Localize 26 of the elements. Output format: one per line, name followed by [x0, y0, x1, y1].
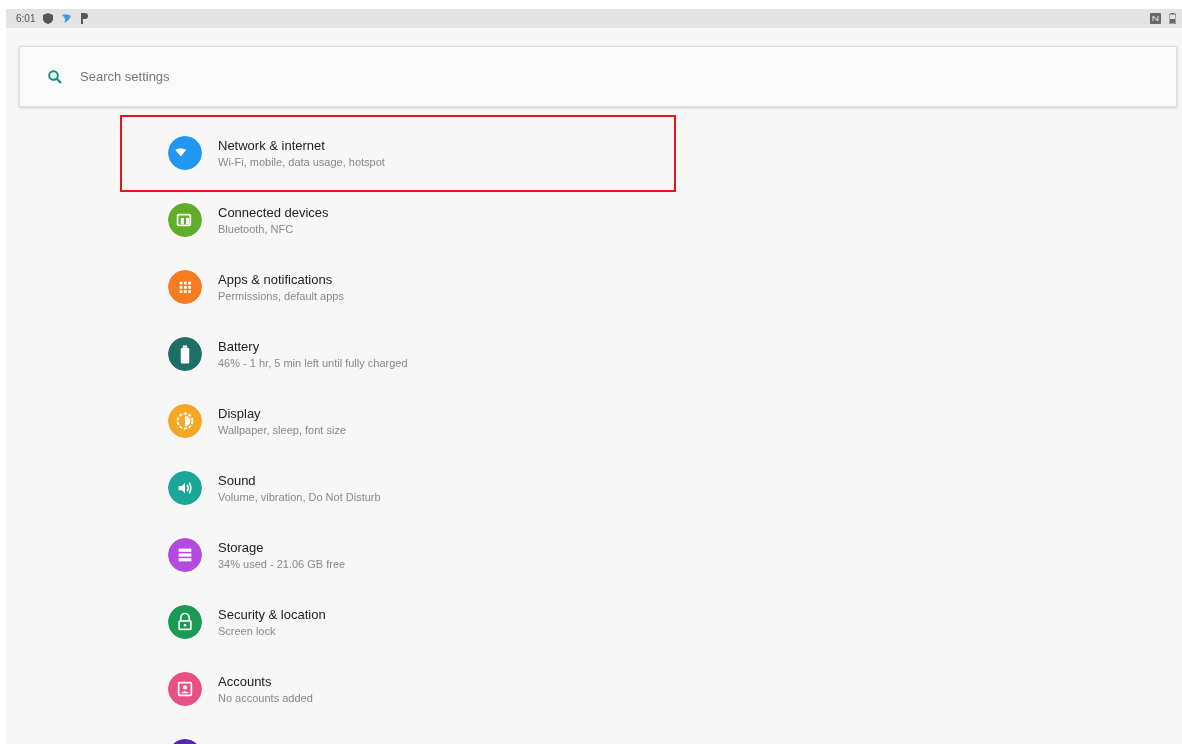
- battery-icon: [1169, 13, 1176, 24]
- item-summary: Volume, vibration, Do Not Disturb: [218, 489, 381, 505]
- item-title: Security & location: [218, 607, 326, 624]
- item-summary: 46% - 1 hr, 5 min left until fully charged: [218, 355, 408, 371]
- item-summary: Bluetooth, NFC: [218, 221, 295, 237]
- item-title: Connected devices: [218, 205, 329, 222]
- item-title: Storage: [218, 540, 265, 557]
- item-title: Apps & notifications: [218, 272, 334, 289]
- search-field[interactable]: Search settings: [78, 65, 478, 88]
- item-summary: 34% used - 21.06 GB free: [218, 556, 346, 572]
- item-summary: Wi-Fi, mobile, data usage, hotspot: [218, 154, 385, 170]
- status-time: 6:01: [16, 12, 36, 26]
- nfc-icon: [1150, 13, 1161, 24]
- item-summary: Screen lock: [218, 623, 277, 639]
- item-title: Battery: [218, 339, 261, 356]
- item-summary: Permissions, default apps: [218, 288, 344, 304]
- search-icon: [48, 69, 62, 84]
- parking-icon: [80, 13, 89, 24]
- item-summary: No accounts added: [218, 690, 313, 706]
- item-summary: Wallpaper, sleep, font size: [218, 422, 346, 438]
- item-title: Sound: [218, 473, 257, 490]
- item-title: Display: [218, 406, 262, 423]
- shield-icon: [43, 13, 54, 24]
- highlight-frame[interactable]: Network & internet Wi-Fi, mobile, data usage, hotspot: [120, 115, 676, 192]
- item-title: Accounts: [218, 674, 273, 691]
- item-title: Network & internet: [218, 138, 326, 155]
